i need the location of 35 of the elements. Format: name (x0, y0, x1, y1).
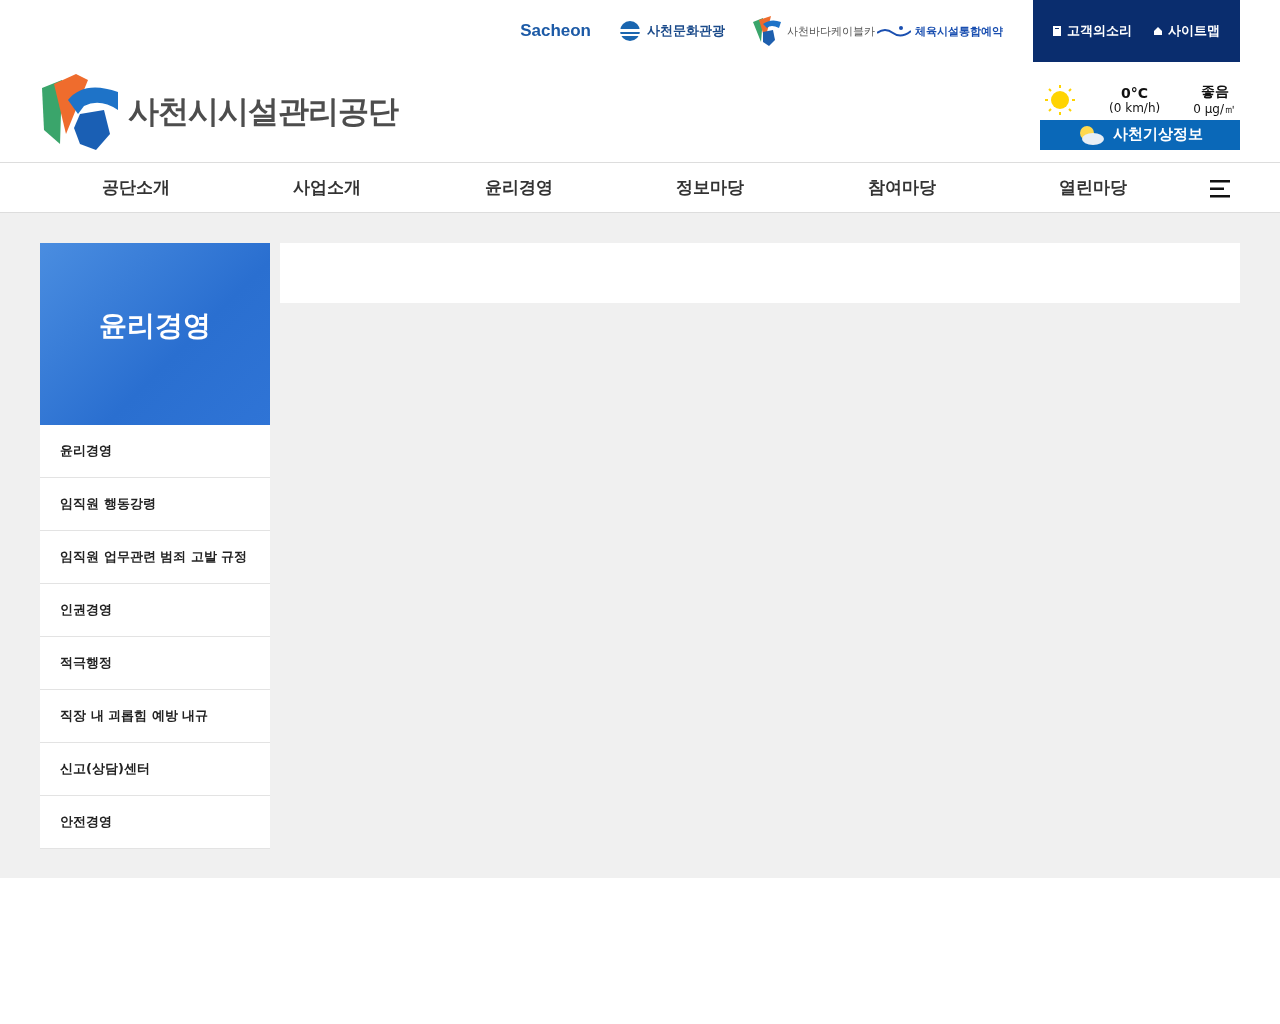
menu-icon[interactable] (1210, 180, 1230, 198)
nav-menu-item[interactable]: 사업소개 (231, 176, 423, 199)
sidebar-menu-item[interactable]: 윤리경영 (40, 425, 270, 478)
nav-menu-item[interactable]: 공단소개 (40, 176, 232, 199)
sidebar-menu-item[interactable]: 인권경영 (40, 584, 270, 637)
nav-menu-item[interactable]: 참여마당 (806, 176, 998, 199)
nav-menu-item[interactable]: 열린마당 (997, 176, 1189, 199)
sitemap-link[interactable]: 사이트맵 (1154, 22, 1220, 40)
sidebar-menu-item[interactable]: 임직원 행동강령 (40, 478, 270, 531)
sidebar-menu-item[interactable]: 직장 내 괴롭힘 예방 내규 (40, 690, 270, 743)
weather-info-button[interactable]: 사천기상정보 (1040, 119, 1240, 150)
nav-menu-item[interactable]: 정보마당 (614, 176, 806, 199)
nav-menu-item[interactable]: 윤리경영 (423, 176, 615, 199)
document-icon (1053, 26, 1061, 36)
temperature: 0°C (1121, 85, 1149, 101)
cloud-sun-icon (1077, 124, 1105, 145)
sidebar-title: 윤리경영 (99, 308, 211, 344)
swimmer-icon (877, 25, 911, 37)
wind-speed: (0 km/h) (1109, 101, 1161, 115)
sidebar-menu-item[interactable]: 임직원 업무관련 범죄 고발 규정 (40, 531, 270, 584)
sacheon-link[interactable]: Sacheon (520, 21, 591, 41)
cable-car-logo-icon (751, 16, 783, 46)
cable-car-link[interactable]: 사천바다케이블카 (751, 16, 875, 46)
culture-tourism-link[interactable]: 사천문화관광 (617, 20, 725, 42)
dust-level: 0 μg/㎥ (1193, 100, 1236, 118)
home-icon (1154, 27, 1162, 35)
sidebar-menu-item[interactable]: 신고(상담)센터 (40, 743, 270, 796)
sports-booking-link[interactable]: 체육시설통합예약 (877, 23, 1003, 39)
site-logo[interactable]: 사천시시설관리공단 (40, 74, 398, 150)
air-quality: 좋음 (1200, 82, 1229, 101)
sidebar-menu-item[interactable]: 적극행정 (40, 637, 270, 690)
sidebar-menu-item[interactable]: 안전경영 (40, 796, 270, 849)
sun-icon (1044, 84, 1076, 116)
customer-voice-link[interactable]: 고객의소리 (1053, 22, 1132, 40)
wave-logo-icon (617, 20, 643, 42)
